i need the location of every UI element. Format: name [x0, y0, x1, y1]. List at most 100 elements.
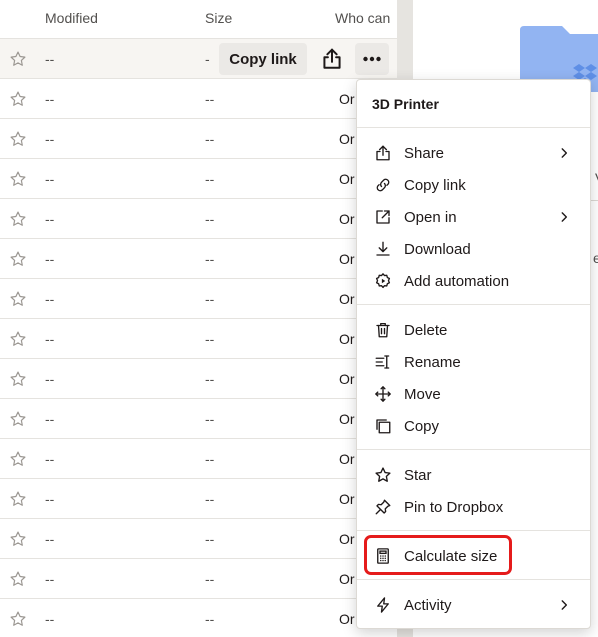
table-row[interactable]: -- -- Or [0, 398, 397, 438]
menu-item-label: Copy link [404, 177, 466, 194]
cell-who-can-access: Or [339, 491, 355, 507]
menu-title: 3D Printer [372, 96, 439, 112]
star-icon[interactable] [9, 130, 27, 148]
file-list: Modified Size Who can -- - Copy link -- -- Or… [0, 0, 397, 637]
download-icon [374, 240, 392, 258]
chevron-right-icon [557, 146, 571, 160]
menu-separator [357, 304, 590, 305]
menu-separator [357, 579, 590, 580]
table-row[interactable]: -- -- Or [0, 358, 397, 398]
star-icon[interactable] [9, 570, 27, 588]
cell-modified: -- [45, 411, 55, 427]
menu-item-share[interactable]: Share [357, 137, 590, 169]
table-row[interactable]: -- -- Or [0, 118, 397, 158]
table-row[interactable]: -- -- Or [0, 518, 397, 558]
menu-item-copy-link[interactable]: Copy link [357, 169, 590, 201]
menu-item-label: Star [404, 467, 432, 484]
share-icon [374, 144, 392, 162]
cell-who-can-access: Or [339, 211, 355, 227]
star-icon[interactable] [9, 490, 27, 508]
menu-item-label: Pin to Dropbox [404, 499, 504, 516]
cell-modified: -- [45, 571, 55, 587]
activity-icon [374, 596, 392, 614]
chevron-right-icon [557, 598, 571, 612]
table-row[interactable]: -- - Copy link [0, 38, 397, 78]
trash-icon [374, 321, 392, 339]
menu-item-label: Move [404, 386, 441, 403]
cell-modified: -- [45, 291, 55, 307]
star-icon[interactable] [9, 330, 27, 348]
star-icon[interactable] [9, 410, 27, 428]
table-row[interactable]: -- -- Or [0, 78, 397, 118]
menu-item-download[interactable]: Download [357, 233, 590, 265]
column-header-modified[interactable]: Modified [45, 10, 98, 26]
star-icon[interactable] [9, 210, 27, 228]
copy-icon [374, 417, 392, 435]
menu-item-star[interactable]: Star [357, 459, 590, 491]
menu-separator [357, 530, 590, 531]
star-icon[interactable] [9, 290, 27, 308]
cell-who-can-access: Or [339, 371, 355, 387]
cell-modified: -- [45, 251, 55, 267]
open-in-icon [374, 208, 392, 226]
star-icon[interactable] [9, 250, 27, 268]
menu-item-label: Copy [404, 418, 440, 435]
menu-separator [357, 127, 590, 128]
star-icon[interactable] [9, 610, 27, 628]
menu-item-add-automation[interactable]: Add automation [357, 265, 590, 297]
column-header-who-can-access[interactable]: Who can [335, 10, 390, 26]
cell-modified: -- [45, 611, 55, 627]
cell-size: -- [205, 251, 215, 267]
menu-item-label: Download [404, 241, 471, 258]
cell-who-can-access: Or [339, 251, 355, 267]
cell-size: -- [205, 371, 215, 387]
table-row[interactable]: -- -- Or [0, 598, 397, 637]
highlight-box [364, 535, 512, 575]
column-header-size[interactable]: Size [205, 10, 232, 26]
move-icon [374, 385, 392, 403]
more-options-button[interactable] [355, 43, 389, 75]
menu-item-label: Rename [404, 354, 461, 371]
menu-item-label: Add automation [404, 273, 510, 290]
cell-who-can-access: Or [339, 451, 355, 467]
table-row[interactable]: -- -- Or [0, 158, 397, 198]
menu-item-open-in[interactable]: Open in [357, 201, 590, 233]
table-row[interactable]: -- -- Or [0, 478, 397, 518]
automation-gear-icon [374, 272, 392, 290]
share-icon[interactable] [318, 45, 346, 73]
star-icon[interactable] [9, 530, 27, 548]
cell-size: -- [205, 91, 215, 107]
star-icon[interactable] [9, 370, 27, 388]
cell-modified: -- [45, 371, 55, 387]
cell-who-can-access: Or [339, 131, 355, 147]
star-icon[interactable] [9, 450, 27, 468]
table-row[interactable]: -- -- Or [0, 438, 397, 478]
cell-modified: -- [45, 491, 55, 507]
menu-item-pin-to-dropbox[interactable]: Pin to Dropbox [357, 491, 590, 523]
menu-item-activity[interactable]: Activity [357, 589, 590, 621]
menu-item-copy[interactable]: Copy [357, 410, 590, 442]
preview-text-partial: e [593, 250, 598, 266]
table-row[interactable]: -- -- Or [0, 558, 397, 598]
copy-link-button[interactable]: Copy link [219, 43, 307, 75]
cell-who-can-access: Or [339, 531, 355, 547]
cell-size: -- [205, 331, 215, 347]
cell-size: -- [205, 291, 215, 307]
star-icon[interactable] [9, 50, 27, 68]
menu-item-move[interactable]: Move [357, 378, 590, 410]
cell-who-can-access: Or [339, 331, 355, 347]
cell-size: -- [205, 611, 215, 627]
table-row[interactable]: -- -- Or [0, 238, 397, 278]
star-icon[interactable] [9, 90, 27, 108]
cell-size: -- [205, 451, 215, 467]
menu-separator [357, 449, 590, 450]
cell-size: - [205, 51, 210, 67]
table-row[interactable]: -- -- Or [0, 318, 397, 358]
table-row[interactable]: -- -- Or [0, 278, 397, 318]
cell-size: -- [205, 491, 215, 507]
menu-item-delete[interactable]: Delete [357, 314, 590, 346]
menu-item-rename[interactable]: Rename [357, 346, 590, 378]
table-row[interactable]: -- -- Or [0, 198, 397, 238]
star-icon[interactable] [9, 170, 27, 188]
cell-modified: -- [45, 451, 55, 467]
